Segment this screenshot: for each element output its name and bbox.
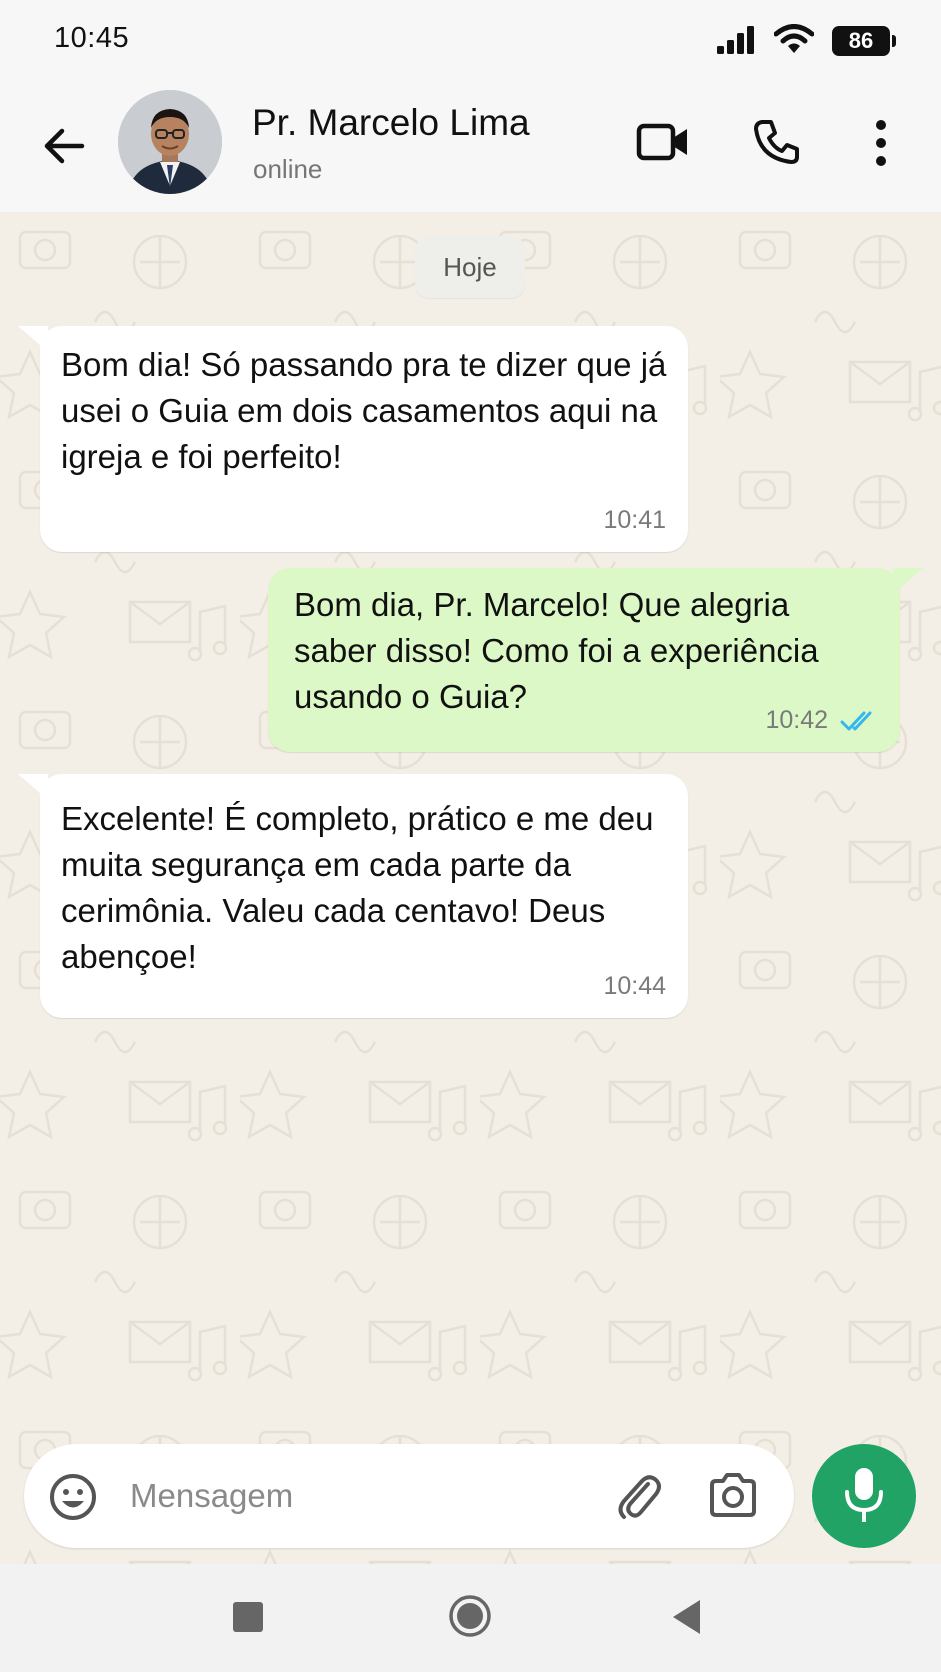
system-nav-bar — [0, 1564, 941, 1672]
message-time: 10:42 — [765, 706, 828, 734]
contact-status: online — [253, 154, 323, 184]
microphone-icon — [845, 1468, 883, 1522]
message-input[interactable] — [130, 1466, 530, 1526]
message-bubble-outgoing[interactable]: Bom dia, Pr. Marcelo! Que alegria saber … — [268, 568, 900, 752]
message-bubble-incoming[interactable]: Bom dia! Só passando pra te dizer que já… — [40, 326, 688, 552]
message-time: 10:44 — [603, 972, 666, 1000]
video-call-icon[interactable] — [636, 120, 690, 164]
chat-area[interactable]: Hoje Bom dia! Só passando pra te dizer q… — [0, 212, 941, 1564]
message-bubble-incoming[interactable]: Excelente! É completo, prático e me deu … — [40, 774, 688, 1018]
wifi-icon — [774, 24, 814, 53]
status-time: 10:45 — [54, 22, 130, 54]
signal-icon — [717, 26, 754, 54]
read-ticks-icon — [840, 711, 872, 731]
phone-icon[interactable] — [752, 118, 800, 166]
message-text: Bom dia! Só passando pra te dizer que já… — [61, 346, 667, 475]
message-text: Bom dia, Pr. Marcelo! Que alegria saber … — [294, 586, 819, 715]
home-circle-icon[interactable] — [448, 1594, 492, 1638]
back-arrow-icon[interactable] — [40, 122, 88, 170]
camera-icon[interactable] — [708, 1472, 758, 1518]
status-bar: 10:45 86 — [0, 0, 941, 82]
emoji-icon[interactable] — [48, 1472, 98, 1522]
message-composer — [24, 1444, 794, 1548]
mic-button[interactable] — [812, 1444, 916, 1548]
contact-name[interactable]: Pr. Marcelo Lima — [252, 102, 530, 144]
avatar[interactable] — [118, 90, 222, 194]
attachment-icon[interactable] — [614, 1470, 662, 1522]
chat-header: Pr. Marcelo Lima online — [0, 82, 941, 212]
back-triangle-icon[interactable] — [670, 1598, 704, 1636]
battery-icon: 86 — [832, 26, 896, 56]
message-time: 10:41 — [603, 506, 666, 534]
date-chip: Hoje — [415, 236, 525, 298]
message-text: Excelente! É completo, prático e me deu … — [61, 800, 654, 975]
recents-square-icon[interactable] — [233, 1602, 263, 1632]
avatar-portrait — [118, 90, 222, 194]
more-vertical-icon[interactable] — [866, 118, 896, 168]
